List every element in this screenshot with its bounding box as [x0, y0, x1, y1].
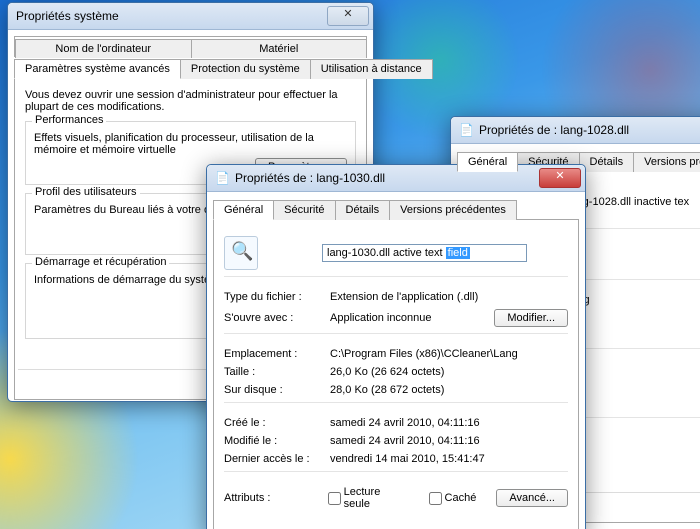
created-val: samedi 24 avril 2010, 04:11:16: [330, 417, 568, 429]
document-icon: [224, 236, 258, 270]
tab-computer-name[interactable]: Nom de l'ordinateur: [15, 39, 192, 58]
disk-label: Sur disque :: [224, 384, 330, 396]
file-icon: 📄: [459, 123, 473, 137]
file-icon: 📄: [215, 171, 229, 185]
open-val: Application inconnue: [330, 312, 494, 324]
filename-selection: field: [446, 247, 470, 259]
tab-general[interactable]: Général: [457, 152, 518, 172]
titlebar-1028[interactable]: 📄 Propriétés de : lang-1028.dll: [451, 117, 700, 144]
modified-val: samedi 24 avril 2010, 04:11:16: [330, 435, 568, 447]
size-label: Taille :: [224, 366, 330, 378]
access-label: Dernier accès le :: [224, 453, 330, 465]
created-label: Créé le :: [224, 417, 330, 429]
content-1030: Général Sécurité Détails Versions précéd…: [207, 192, 585, 529]
size-val: 26,0 Ko (26 624 octets): [330, 366, 568, 378]
modified-label: Modifié le :: [224, 435, 330, 447]
readonly-check[interactable]: Lecture seule: [324, 486, 405, 510]
access-val: vendredi 14 mai 2010, 15:41:47: [330, 453, 568, 465]
tab-protection[interactable]: Protection du système: [180, 59, 311, 79]
tab-general[interactable]: Général: [213, 200, 274, 220]
tab-security[interactable]: Sécurité: [273, 200, 335, 220]
window-title: Propriétés de : lang-1028.dll: [479, 123, 700, 137]
tab-remote[interactable]: Utilisation à distance: [310, 59, 433, 79]
tab-versions[interactable]: Versions précédentes: [633, 152, 700, 172]
window-title: Propriétés de : lang-1030.dll: [235, 171, 539, 185]
tab-details[interactable]: Détails: [335, 200, 391, 220]
tab-pane-1030: lang-1030.dll active text field Type du …: [213, 220, 579, 529]
open-label: S'ouvre avec :: [224, 312, 330, 324]
titlebar-1030[interactable]: 📄 Propriétés de : lang-1030.dll ✕: [207, 165, 585, 192]
intro-text: Vous devez ouvrir une session d'administ…: [25, 89, 356, 113]
filename-field[interactable]: lang-1028.dll inactive tex: [568, 188, 689, 222]
loc-val: C:\Program Files (x86)\CCleaner\Lang: [330, 348, 568, 360]
loc-label: Emplacement :: [224, 348, 330, 360]
window-title: Propriétés système: [16, 9, 327, 23]
perf-legend: Performances: [32, 114, 106, 126]
modify-button[interactable]: Modifier...: [494, 309, 568, 327]
tabstrip-row2: Paramètres système avancés Protection du…: [14, 59, 367, 79]
titlebar-sys[interactable]: Propriétés système ✕: [8, 3, 373, 30]
window-lang-1030: 📄 Propriétés de : lang-1030.dll ✕ Généra…: [206, 164, 586, 529]
tab-versions[interactable]: Versions précédentes: [389, 200, 517, 220]
startup-legend: Démarrage et récupération: [32, 256, 169, 268]
type-val: Extension de l'application (.dll): [330, 291, 568, 303]
close-button[interactable]: ✕: [539, 168, 581, 188]
tab-details[interactable]: Détails: [579, 152, 635, 172]
type-label: Type du fichier :: [224, 291, 330, 303]
attr-label: Attributs :: [224, 492, 324, 504]
disk-val: 28,0 Ko (28 672 octets): [330, 384, 568, 396]
profiles-legend: Profil des utilisateurs: [32, 186, 140, 198]
hidden-check[interactable]: Caché: [425, 489, 477, 508]
advanced-button[interactable]: Avancé...: [496, 489, 568, 507]
filename-field[interactable]: lang-1030.dll active text field: [322, 244, 527, 262]
close-button[interactable]: ✕: [327, 6, 369, 26]
tabstrip-row1: Nom de l'ordinateur Matériel: [15, 39, 366, 57]
tabstrip-1030: Général Sécurité Détails Versions précéd…: [213, 200, 579, 220]
perf-text: Effets visuels, planification du process…: [34, 132, 347, 156]
tab-hardware[interactable]: Matériel: [191, 39, 368, 58]
tab-advanced[interactable]: Paramètres système avancés: [14, 59, 181, 79]
